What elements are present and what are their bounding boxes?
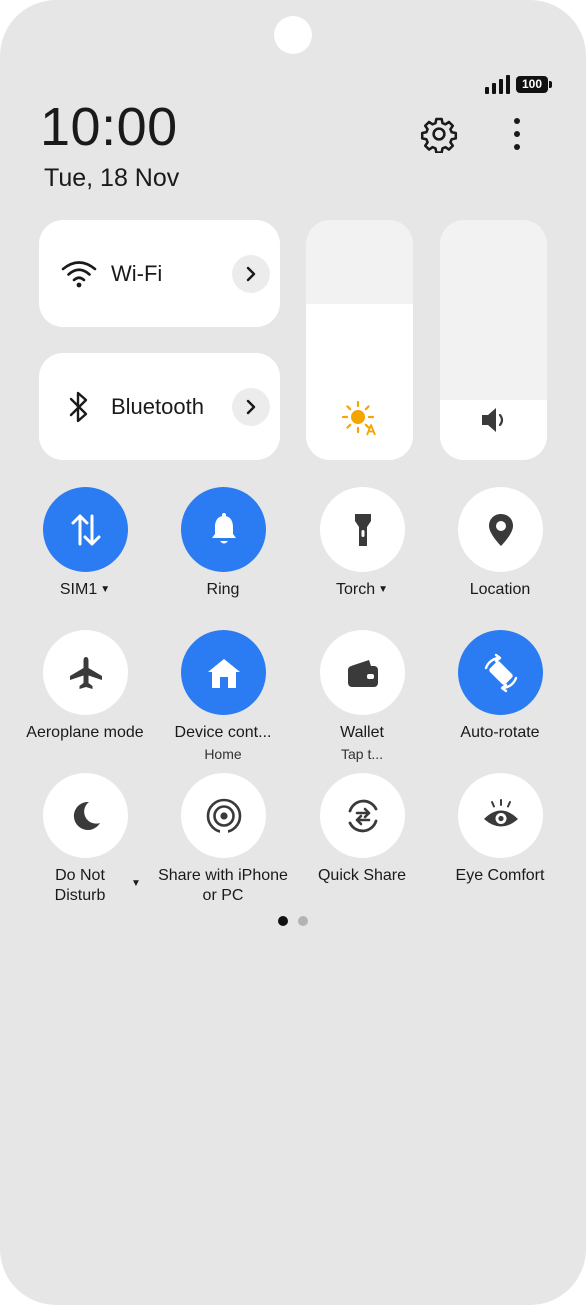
caret-down-icon: ▼	[100, 584, 111, 595]
brightness-slider-fill	[306, 304, 413, 460]
bell-icon	[211, 512, 236, 543]
wallet-sublabel: Tap t...	[340, 746, 384, 762]
eye-icon	[483, 798, 518, 826]
sim1-label: SIM1 ▼	[59, 581, 111, 598]
device-controls-label: Device cont... Home	[153, 723, 293, 765]
aeroplane-mode-label: Aeroplane mode	[26, 724, 144, 741]
bluetooth-details-button[interactable]	[232, 387, 270, 426]
bluetooth-tile[interactable]: Bluetooth	[39, 353, 280, 460]
quick-share-label: Quick Share	[317, 867, 407, 884]
bluetooth-label: Bluetooth	[111, 393, 204, 419]
auto-rotate-label: Auto-rotate	[460, 724, 540, 741]
share-signal-icon	[206, 798, 241, 835]
auto-rotate-toggle[interactable]	[458, 630, 543, 715]
brightness-slider[interactable]	[306, 220, 413, 460]
bluetooth-icon	[69, 391, 88, 422]
do-not-disturb-label: Do Not Disturb ▼	[54, 867, 141, 904]
page-dot-1[interactable]	[278, 916, 288, 926]
signal-icon	[485, 74, 510, 94]
quick-settings-panel: 100 10:00 Tue, 18 Nov Wi-Fi Bluetooth SI…	[0, 0, 586, 1305]
eye-comfort-label: Eye Comfort	[455, 867, 545, 884]
more-vertical-icon	[514, 118, 520, 150]
torch-toggle[interactable]	[320, 487, 405, 572]
front-camera	[274, 16, 312, 54]
battery-level: 100	[521, 76, 543, 91]
do-not-disturb-toggle[interactable]	[43, 773, 128, 858]
eye-comfort-toggle[interactable]	[458, 773, 543, 858]
device-controls-sublabel: Home	[204, 746, 242, 762]
home-icon	[207, 658, 240, 688]
settings-button[interactable]	[419, 114, 459, 154]
chevron-right-icon	[246, 266, 256, 281]
quick-share-button[interactable]	[320, 773, 405, 858]
location-pin-icon	[488, 513, 513, 546]
page-indicator	[278, 916, 308, 926]
moon-icon	[73, 801, 100, 830]
ring-label: Ring	[206, 581, 240, 598]
date: Tue, 18 Nov	[44, 164, 180, 192]
wifi-tile[interactable]: Wi-Fi	[39, 220, 280, 327]
caret-down-icon: ▼	[131, 878, 141, 889]
quick-share-icon	[348, 799, 377, 832]
wifi-icon	[61, 260, 97, 287]
caret-down-icon: ▼	[378, 584, 389, 595]
wallet-button[interactable]	[320, 630, 405, 715]
wallet-label: Wallet Tap t...	[292, 723, 432, 765]
volume-slider[interactable]	[440, 220, 547, 460]
torch-label: Torch ▼	[335, 581, 389, 598]
data-transfer-icon	[71, 514, 100, 545]
rotate-icon	[484, 653, 517, 692]
wallet-icon	[347, 659, 378, 687]
wifi-label: Wi-Fi	[111, 260, 163, 286]
airplane-icon	[69, 656, 102, 689]
sim1-toggle[interactable]	[43, 487, 128, 572]
speaker-icon	[481, 408, 503, 432]
battery-icon: 100	[516, 75, 552, 93]
device-controls-button[interactable]	[181, 630, 266, 715]
share-with-iphone-button[interactable]	[181, 773, 266, 858]
wifi-details-button[interactable]	[232, 254, 270, 293]
clock: 10:00	[40, 97, 178, 157]
page-dot-2[interactable]	[298, 916, 308, 926]
more-options-button[interactable]	[497, 114, 537, 154]
location-label: Location	[469, 581, 531, 598]
flashlight-icon	[354, 513, 371, 546]
share-with-iphone-label: Share with iPhone or PC	[158, 867, 288, 904]
ring-toggle[interactable]	[181, 487, 266, 572]
location-toggle[interactable]	[458, 487, 543, 572]
brightness-auto-icon	[341, 400, 376, 436]
gear-icon	[420, 117, 458, 153]
aeroplane-mode-toggle[interactable]	[43, 630, 128, 715]
chevron-right-icon	[246, 399, 256, 414]
status-bar: 100	[485, 74, 552, 94]
